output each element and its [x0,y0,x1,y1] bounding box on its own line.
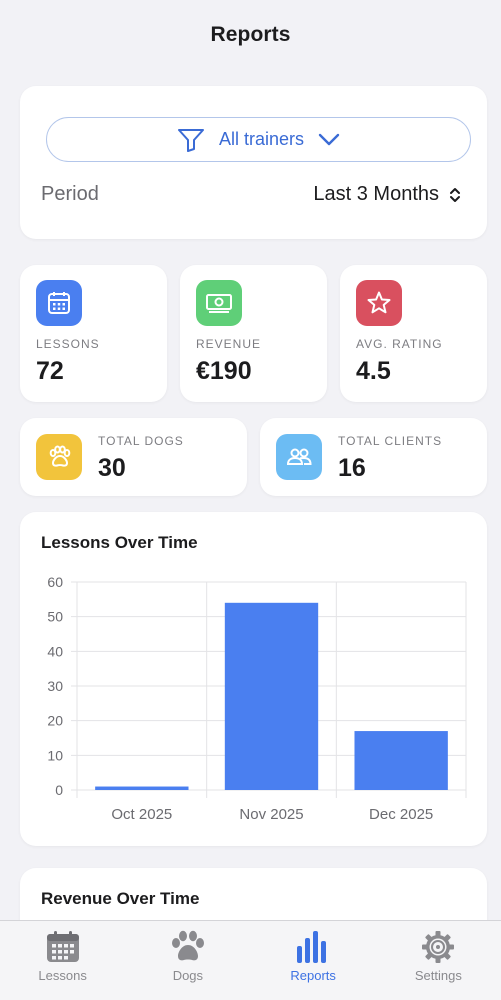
stat-card-rating: AVG. RATING 4.5 [340,265,487,402]
users-icon [276,434,322,480]
page-title: Reports [210,23,291,46]
y-tick-label: 50 [47,609,63,625]
y-tick-label: 10 [47,747,63,763]
stat-card-clients: TOTAL CLIENTS 16 [260,418,487,496]
period-select[interactable]: Last 3 Months [313,183,461,206]
tab-dogs[interactable]: Dogs [125,921,250,1000]
stat-label: TOTAL CLIENTS [338,434,443,448]
header: Reports [0,0,501,70]
trainer-filter-button[interactable]: All trainers [46,117,471,162]
gear-icon [420,928,456,966]
stat-value: 30 [98,454,126,482]
filter-card: All trainers Period Last 3 Months [20,86,487,239]
y-tick-label: 30 [47,678,63,694]
paw-icon [36,434,82,480]
bar-chart-icon [295,928,331,966]
tab-reports[interactable]: Reports [251,921,376,1000]
bar [224,602,319,790]
tab-bar: Lessons Dogs Reports Settings [0,920,501,1000]
tab-label: Reports [290,968,336,983]
stat-value: 16 [338,454,366,482]
period-label: Period [41,183,99,205]
tab-label: Lessons [38,968,87,983]
lessons-chart-card: Lessons Over Time 0 10 20 30 40 50 60 Oct 2025 N… [20,512,487,846]
tab-settings[interactable]: Settings [376,921,501,1000]
stat-card-revenue: REVENUE €190 [180,265,327,402]
y-tick-label: 0 [55,782,63,798]
tab-label: Dogs [172,968,204,983]
y-tick-label: 40 [47,643,63,659]
calendar-icon [36,280,82,326]
x-tick-label: Nov 2025 [239,806,303,823]
tab-lessons[interactable]: Lessons [0,921,125,1000]
money-icon [196,280,242,326]
chevron-updown-icon [450,187,460,202]
filter-icon [177,128,204,152]
stat-value: 72 [36,357,64,385]
calendar-icon [45,928,81,966]
stat-value: €190 [196,357,252,385]
x-tick-label: Oct 2025 [111,806,172,823]
bar [354,731,448,790]
chart-title: Revenue Over Time [41,889,200,908]
star-icon [356,280,402,326]
stat-label: AVG. RATING [356,337,443,351]
y-tick-label: 20 [47,713,63,729]
paw-icon [169,928,207,966]
stat-card-lessons: LESSONS 72 [20,265,167,402]
y-tick-label: 60 [47,574,63,590]
tab-label: Settings [414,968,462,983]
chevron-down-icon [318,133,340,145]
stat-label: TOTAL DOGS [98,434,184,448]
bar [95,786,189,790]
stat-card-dogs: TOTAL DOGS 30 [20,418,247,496]
stat-label: REVENUE [196,337,262,351]
period-value: Last 3 Months [313,183,439,205]
stat-value: 4.5 [356,357,391,385]
stat-label: LESSONS [36,337,100,351]
trainer-filter-label: All trainers [218,129,305,149]
lessons-bar-chart: 0 10 20 30 40 50 60 Oct 2025 Nov 2025 Dec 2025 [47,574,467,823]
x-tick-label: Dec 2025 [369,806,433,823]
